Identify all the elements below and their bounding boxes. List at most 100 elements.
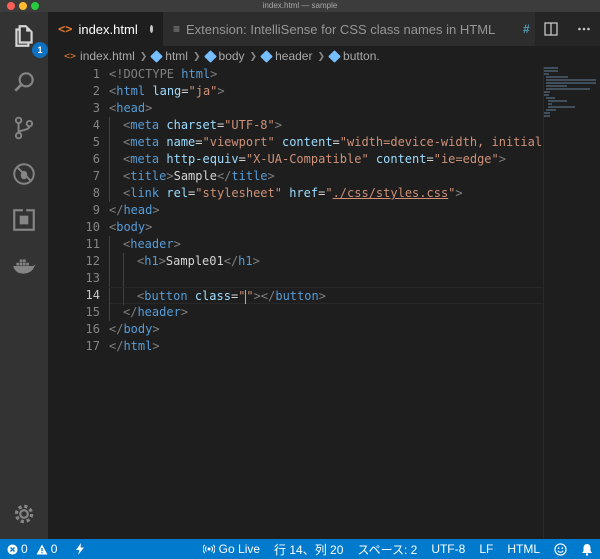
indentation-setting[interactable]: スペース: 2	[350, 539, 424, 559]
minimap[interactable]	[544, 66, 600, 539]
code-token: ></	[253, 289, 276, 303]
breadcrumb-body[interactable]: body	[203, 49, 245, 63]
language-mode[interactable]: HTML	[500, 539, 547, 559]
docker-icon	[13, 259, 36, 274]
element-icon	[260, 49, 273, 63]
live-share-button[interactable]	[68, 539, 92, 559]
minimap-line	[546, 82, 596, 84]
code-line[interactable]: <h1>Sample01</h1>	[109, 253, 544, 270]
code-token: button	[275, 289, 319, 303]
line-number: 5	[92, 135, 100, 149]
explorer-button[interactable]: 1	[8, 20, 48, 58]
minimap-line	[544, 115, 551, 117]
code-line[interactable]: <button class=""></button>	[109, 287, 544, 305]
minimap-line	[548, 100, 567, 102]
line-number: 3	[92, 101, 100, 115]
code-token: href	[281, 186, 319, 200]
minimap-line	[544, 73, 550, 75]
line-number: 11	[85, 237, 100, 251]
encoding-setting[interactable]: UTF-8	[424, 539, 472, 559]
line-number: 2	[92, 84, 100, 98]
tab-extension-intellisense[interactable]: ≡ Extension: IntelliSense for CSS class …	[163, 12, 513, 46]
code-area[interactable]: <!DOCTYPE html> <html lang="ja"> <head> <me…	[109, 66, 544, 355]
editor-actions	[535, 12, 600, 46]
settings-button[interactable]	[8, 498, 40, 530]
problems-indicator[interactable]: 0 0	[0, 539, 64, 559]
feedback-button[interactable]	[547, 539, 574, 559]
breadcrumb-file[interactable]: <> index.html	[64, 49, 135, 63]
bell-icon	[582, 543, 592, 556]
code-token: >	[173, 237, 181, 251]
extensions-button[interactable]	[8, 204, 40, 236]
search-view-button[interactable]	[8, 66, 40, 98]
indent-guide	[123, 253, 137, 270]
code-token: header	[137, 305, 181, 319]
more-actions-icon[interactable]	[577, 22, 591, 36]
indent-guide	[123, 270, 137, 287]
code-token: title	[231, 169, 268, 183]
code-line[interactable]: <meta http-equiv="X-UA-Compatible" conte…	[109, 151, 544, 168]
indent-guide	[109, 117, 123, 134]
code-line[interactable]: <header>	[109, 236, 544, 253]
code-line[interactable]: <head>	[109, 100, 544, 117]
code-token: >	[166, 169, 174, 183]
code-line[interactable]	[109, 270, 544, 287]
search-icon	[14, 72, 34, 92]
unsaved-dot-icon[interactable]	[149, 25, 153, 33]
code-token: >	[318, 289, 326, 303]
line-number: 7	[92, 169, 100, 183]
code-token: meta	[130, 118, 160, 132]
code-token: "viewport"	[202, 135, 275, 149]
code-line[interactable]: <meta name="viewport" content="width=dev…	[109, 134, 544, 151]
code-token: lang	[145, 84, 182, 98]
code-line[interactable]: <meta charset="UTF-8">	[109, 117, 544, 134]
tab-bar: <> index.html ≡ Extension: IntelliSense …	[48, 12, 600, 46]
line-number: 6	[92, 152, 100, 166]
code-token: </	[123, 305, 138, 319]
code-line[interactable]: </head>	[109, 202, 544, 219]
debug-button[interactable]	[8, 158, 40, 190]
eol-setting[interactable]: LF	[472, 539, 500, 559]
code-token: =	[426, 152, 434, 166]
tab-index-html[interactable]: <> index.html	[48, 12, 163, 46]
notifications-button[interactable]	[574, 539, 600, 559]
code-line[interactable]: <!DOCTYPE html>	[109, 66, 544, 83]
code-line[interactable]: <link rel="stylesheet" href="./css/style…	[109, 185, 544, 202]
code-token: >	[210, 67, 218, 81]
code-token: html	[181, 67, 211, 81]
code-token: meta	[130, 135, 160, 149]
docker-button[interactable]	[8, 250, 40, 282]
indent-guide	[109, 185, 123, 202]
code-line[interactable]: <html lang="ja">	[109, 83, 544, 100]
code-token: >	[152, 322, 160, 336]
code-line[interactable]: </body>	[109, 321, 544, 338]
line-number: 10	[85, 220, 100, 234]
breadcrumb-button[interactable]: button.	[328, 49, 380, 63]
code-token: </	[109, 203, 124, 217]
code-token: >	[252, 254, 260, 268]
code-line[interactable]: </header>	[109, 304, 544, 321]
breadcrumb-html[interactable]: html	[150, 49, 188, 63]
split-editor-icon[interactable]	[544, 22, 558, 36]
breadcrumb-header[interactable]: header	[260, 49, 312, 63]
code-editor[interactable]: 1 2 3 4 5 6 7 8 9 10 11 12 13 14 15 16 17 <!DOCTYPE html…	[48, 66, 600, 539]
code-token: >	[498, 152, 506, 166]
title-bar: index.html — sample	[0, 0, 600, 12]
go-live-button[interactable]: Go Live	[196, 539, 267, 559]
tab-label: Extension: IntelliSense for CSS class na…	[186, 21, 496, 37]
code-token: >	[152, 203, 160, 217]
status-bar: 0 0 Go Live 行 14、列 20 スペース: 2 UTF-8 LF H…	[0, 539, 600, 559]
code-token: >	[267, 169, 275, 183]
source-control-button[interactable]	[8, 112, 40, 144]
cursor-position[interactable]: 行 14、列 20	[267, 539, 350, 559]
source-control-icon	[14, 116, 34, 140]
indent-guide	[123, 288, 137, 305]
debug-icon	[13, 163, 35, 185]
line-number: 13	[85, 271, 100, 285]
code-line[interactable]: </html>	[109, 338, 544, 355]
code-token: http-equiv	[159, 152, 239, 166]
code-token: "X-UA-Compatible"	[245, 152, 369, 166]
code-line[interactable]: <body>	[109, 219, 544, 236]
indent-guide	[109, 151, 123, 168]
code-line[interactable]: <title>Sample</title>	[109, 168, 544, 185]
